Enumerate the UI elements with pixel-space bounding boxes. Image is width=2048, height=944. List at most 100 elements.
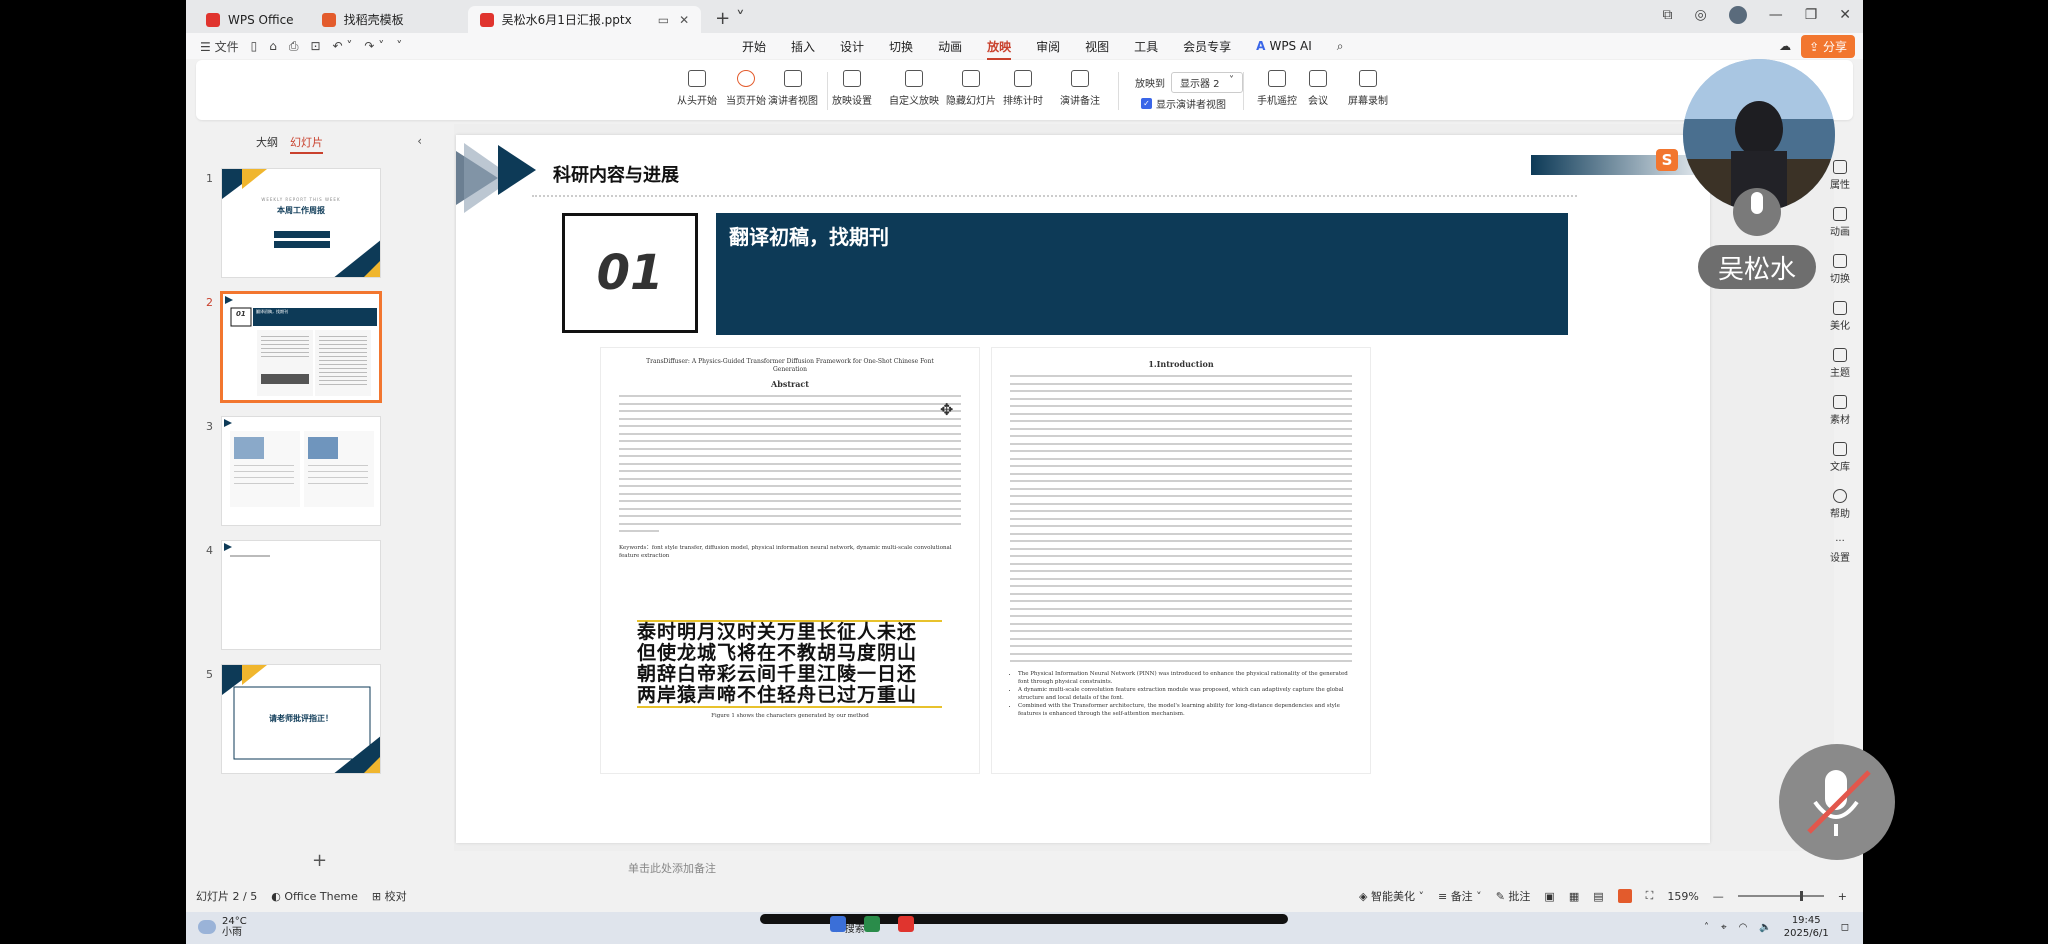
start-icon[interactable] bbox=[830, 916, 846, 932]
new-tab-button[interactable]: + ˅ bbox=[715, 8, 745, 29]
fit-window-icon[interactable]: ⛶ bbox=[1646, 889, 1654, 903]
print-icon[interactable]: ⎙ bbox=[289, 39, 299, 54]
menu-insert[interactable]: 插入 bbox=[791, 38, 815, 55]
collapse-panel-icon[interactable]: ‹ bbox=[417, 134, 422, 148]
current-slide[interactable]: 科研内容与进展 01 翻译初稿，找期刊 TransDiffuser: A Phy… bbox=[456, 135, 1710, 843]
zoom-slider[interactable] bbox=[1737, 891, 1824, 901]
chevron-up-icon[interactable]: ˄ bbox=[1704, 922, 1709, 933]
share-button[interactable]: ⇪ 分享 bbox=[1801, 34, 1855, 58]
notes-placeholder[interactable]: 单击此处添加备注 bbox=[628, 860, 716, 876]
maximize-button[interactable]: ❐ bbox=[1805, 7, 1818, 23]
app-icon[interactable] bbox=[864, 916, 880, 932]
normal-view-icon[interactable]: ▣ bbox=[1544, 890, 1554, 903]
comments-button[interactable]: ✎ 批注 bbox=[1496, 888, 1531, 904]
skin-icon[interactable]: ◎ bbox=[1694, 7, 1706, 23]
slide-thumbnail-2[interactable]: 01 翻译初稿，找期刊 bbox=[220, 291, 382, 403]
material-button[interactable]: 素材 bbox=[1830, 395, 1850, 426]
close-button[interactable]: ✕ bbox=[1839, 7, 1851, 23]
slide-thumbnail-5[interactable]: 请老师批评指正！ bbox=[221, 664, 381, 774]
volume-icon[interactable]: 🔈 bbox=[1759, 922, 1771, 933]
current-page-button[interactable]: 当页开始 bbox=[726, 70, 766, 107]
tab-template[interactable]: 找稻壳模板 bbox=[310, 6, 464, 33]
menu-member[interactable]: 会员专享 bbox=[1183, 38, 1231, 55]
rehearse-timing-button[interactable]: 排练计时 bbox=[1003, 70, 1043, 107]
tab-slides[interactable]: 幻灯片 bbox=[290, 134, 323, 154]
user-avatar[interactable] bbox=[1728, 6, 1747, 24]
phone-remote-button[interactable]: 手机遥控 bbox=[1257, 70, 1297, 107]
play-icon bbox=[737, 70, 755, 87]
save-icon[interactable]: ▯ bbox=[251, 39, 258, 53]
theme-button[interactable]: 主题 bbox=[1830, 348, 1850, 379]
clock[interactable]: 19:45 2025/6/1 bbox=[1784, 914, 1829, 940]
tab-document[interactable]: 吴松水6月1日汇报.pptx ▭ ✕ bbox=[467, 6, 702, 33]
notification-icon[interactable]: ◻ bbox=[1841, 922, 1849, 933]
proofread-button[interactable]: ⊞ 校对 bbox=[372, 888, 407, 904]
transition-button[interactable]: 切换 bbox=[1830, 254, 1850, 285]
menu-tools[interactable]: 工具 bbox=[1134, 38, 1158, 55]
animation-button[interactable]: 动画 bbox=[1830, 207, 1850, 238]
wps-s-logo[interactable]: S bbox=[1656, 149, 1678, 171]
weather-widget[interactable]: 24°C 小雨 bbox=[198, 916, 247, 938]
screen-record-button[interactable]: 屏幕录制 bbox=[1348, 70, 1388, 107]
play-to-select[interactable]: 显示器 2 ˅ bbox=[1171, 72, 1243, 93]
menu-wps-ai[interactable]: A WPS AI bbox=[1256, 39, 1312, 53]
slide-1-subtitle: WEEKLY REPORT THIS WEEK bbox=[261, 197, 341, 202]
search-icon[interactable]: ⌕ bbox=[1337, 39, 1344, 54]
menu-transition[interactable]: 切换 bbox=[889, 38, 913, 55]
from-start-button[interactable]: 从头开始 bbox=[677, 70, 717, 107]
slide-thumbnail-3[interactable] bbox=[221, 416, 381, 526]
zoom-out-icon[interactable]: — bbox=[1713, 890, 1724, 903]
hide-slide-button[interactable]: 隐藏幻灯片 bbox=[946, 70, 996, 107]
paper-left-page[interactable]: TransDiffuser: A Physics-Guided Transfor… bbox=[600, 347, 980, 774]
file-menu[interactable]: ☰ 文件 bbox=[200, 38, 239, 55]
paper-right-page[interactable]: 1.Introduction The Physical Information … bbox=[991, 347, 1371, 774]
wifi-icon[interactable]: ◠ bbox=[1739, 922, 1748, 933]
tab-outline[interactable]: 大纲 bbox=[256, 134, 278, 154]
beautify-button[interactable]: 美化 bbox=[1830, 301, 1850, 332]
zoom-level[interactable]: 159% bbox=[1667, 890, 1698, 903]
reading-view-icon[interactable]: ▤ bbox=[1593, 890, 1603, 903]
theme-indicator[interactable]: ◐ Office Theme bbox=[271, 890, 358, 903]
slide-thumbnail-1[interactable]: WEEKLY REPORT THIS WEEK 本周工作周报 bbox=[221, 168, 381, 278]
undo-icon[interactable]: ↶ ˅ bbox=[333, 39, 353, 53]
menu-home[interactable]: 开始 bbox=[742, 38, 766, 55]
pin-icon[interactable]: ▭ bbox=[658, 13, 669, 27]
transition-icon bbox=[1833, 254, 1847, 268]
custom-show-button[interactable]: 自定义放映 bbox=[889, 70, 939, 107]
settings-button[interactable]: ··· 设置 bbox=[1830, 536, 1850, 564]
menu-view[interactable]: 视图 bbox=[1085, 38, 1109, 55]
property-button[interactable]: 属性 bbox=[1830, 160, 1850, 191]
tab-wps-office[interactable]: WPS Office bbox=[194, 6, 306, 33]
library-button[interactable]: 文库 bbox=[1830, 442, 1850, 473]
menu-design[interactable]: 设计 bbox=[840, 38, 864, 55]
speaker-notes-button[interactable]: 演讲备注 bbox=[1060, 70, 1100, 107]
slideshow-settings-button[interactable]: 放映设置 bbox=[832, 70, 872, 107]
help-button[interactable]: 帮助 bbox=[1830, 489, 1850, 520]
mute-button[interactable] bbox=[1779, 744, 1895, 860]
redo-icon[interactable]: ↷ ˅ bbox=[364, 39, 384, 53]
zoom-in-icon[interactable]: + bbox=[1838, 890, 1847, 903]
smart-beautify-button[interactable]: ◈ 智能美化 ˅ bbox=[1359, 888, 1424, 904]
menu-review[interactable]: 审阅 bbox=[1036, 38, 1060, 55]
show-presenter-checkbox[interactable]: ✓ 显示演讲者视图 bbox=[1141, 96, 1226, 111]
minimize-button[interactable]: — bbox=[1769, 7, 1783, 23]
theme-icon bbox=[1833, 348, 1847, 362]
layout-icon[interactable]: ⧉ bbox=[1662, 7, 1672, 23]
preview-icon[interactable]: ⊡ bbox=[310, 39, 320, 53]
slide-thumbnail-4[interactable] bbox=[221, 540, 381, 650]
meeting-button[interactable]: 会议 bbox=[1308, 70, 1328, 107]
export-icon[interactable]: ⌂ bbox=[269, 39, 277, 53]
play-slideshow-icon[interactable] bbox=[1617, 889, 1632, 903]
add-slide-button[interactable]: + bbox=[312, 850, 327, 871]
notes-button[interactable]: ≡ 备注 ˅ bbox=[1438, 888, 1482, 904]
sorter-view-icon[interactable]: ▦ bbox=[1569, 890, 1579, 903]
menu-slideshow[interactable]: 放映 bbox=[987, 38, 1012, 60]
cloud-icon[interactable]: ☁ bbox=[1779, 39, 1791, 53]
menu-animation[interactable]: 动画 bbox=[938, 38, 962, 55]
location-icon[interactable]: ⌖ bbox=[1721, 922, 1727, 933]
more-icon[interactable]: ˅ bbox=[396, 39, 402, 53]
figure-caption: Figure 1 shows the characters generated … bbox=[711, 713, 869, 719]
presenter-view-button[interactable]: 演讲者视图 bbox=[768, 70, 818, 107]
wps-taskbar-icon[interactable] bbox=[898, 916, 914, 932]
close-tab-icon[interactable]: ✕ bbox=[679, 13, 689, 27]
